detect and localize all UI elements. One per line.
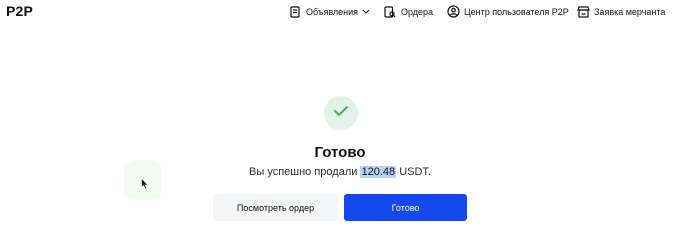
result-message-prefix: Вы успешно продали: [249, 166, 358, 178]
chevron-down-icon: [362, 9, 370, 14]
orders-search-icon: [383, 5, 397, 19]
sold-amount: 120.48: [360, 166, 397, 178]
nav-user-center-label: Центр пользователя P2P: [464, 6, 569, 17]
user-icon: [446, 5, 460, 19]
top-navigation-bar: P2P Объявления Ордера Центр пользователя…: [0, 0, 680, 24]
nav-ads-label: Объявления: [306, 6, 359, 17]
sold-currency: USDT.: [399, 166, 431, 178]
checkmark-icon: [333, 104, 349, 122]
store-icon: [576, 5, 590, 19]
result-title: Готово: [314, 144, 366, 161]
nav-item-orders[interactable]: Ордера: [383, 4, 433, 19]
nav-merchant-label: Заявка мерчанта: [594, 6, 666, 17]
nav-orders-label: Ордера: [401, 6, 434, 17]
result-message: Вы успешно продали 120.48 USDT.: [0, 166, 680, 178]
nav-item-merchant-application[interactable]: Заявка мерчанта: [576, 4, 665, 19]
nav-item-ads[interactable]: Объявления: [288, 4, 370, 19]
done-button[interactable]: Готово: [344, 194, 467, 221]
document-list-icon: [288, 5, 302, 19]
mouse-cursor-icon: [141, 177, 149, 195]
success-status-icon: [324, 96, 358, 130]
p2p-logo[interactable]: P2P: [6, 3, 33, 19]
view-order-button[interactable]: Посмотреть ордер: [213, 194, 338, 221]
nav-item-user-center[interactable]: Центр пользователя P2P: [446, 4, 569, 19]
